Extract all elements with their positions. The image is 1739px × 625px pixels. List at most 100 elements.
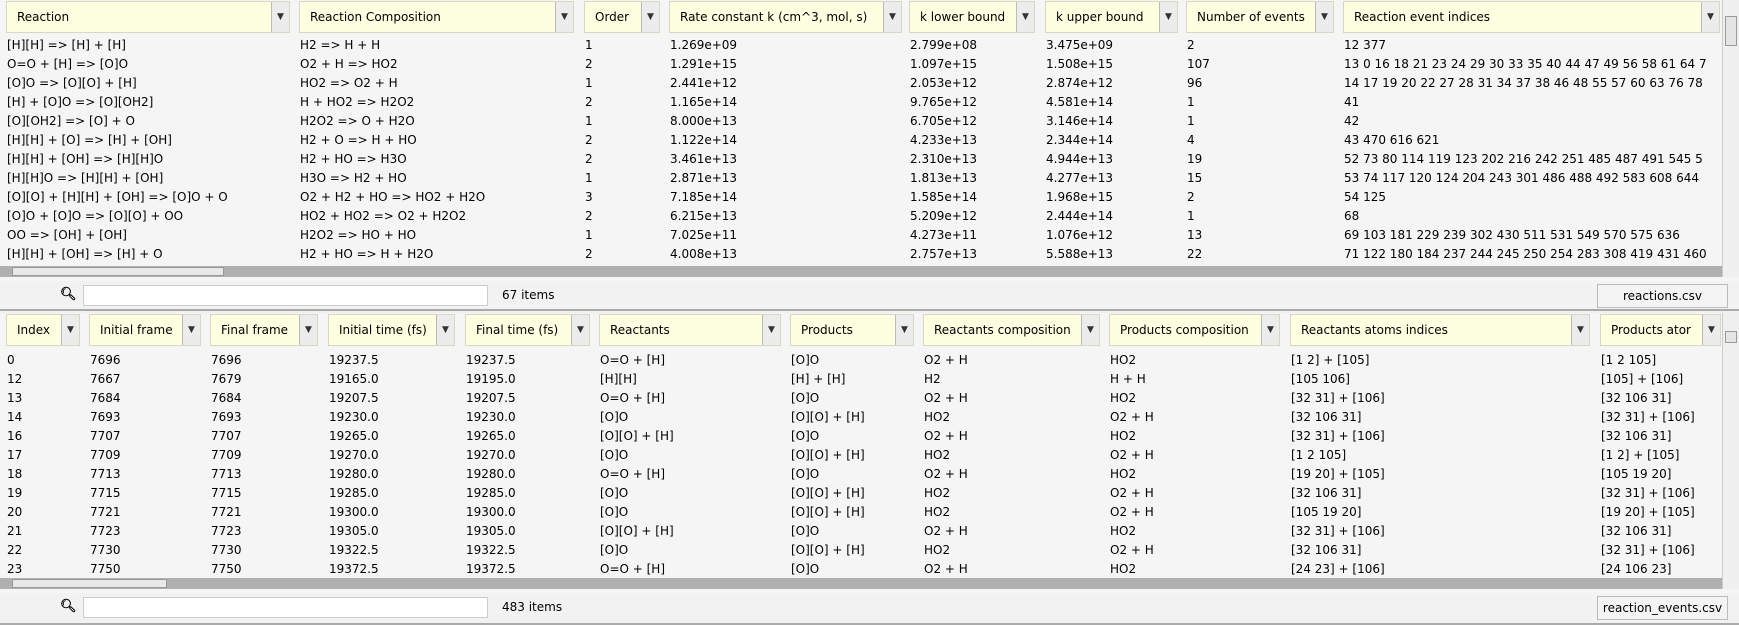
table-cell: [O][OH2] => [O] + O [7,114,135,128]
table-row[interactable]: [H][H] + [O] => [H] + [OH] H2 + O => H + … [0,131,1722,150]
table-row[interactable]: [O]O => [O][O] + [H] HO2 => O2 + H 1 2.441e… [0,74,1722,93]
table-cell: O2 + H2 + HO => HO2 + H2O [300,190,486,204]
chevron-down-icon[interactable]: ▼ [61,315,79,345]
table-row[interactable]: O=O + [H] => [O]O O2 + H => HO2 2 1.291e+15… [0,55,1722,74]
chevron-down-icon[interactable]: ▼ [1081,315,1099,345]
column-header[interactable]: Index ▼ [6,314,80,346]
table-cell: [O][O] + [H] [791,410,865,424]
table-cell: 19300.0 [329,505,379,519]
table-cell: [32 106 31] [1601,429,1672,443]
table-row[interactable]: [H][H] => [H] + [H] H2 => H + H 1 1.269e+09… [0,36,1722,55]
table-row[interactable]: 22 7730 7730 19322.5 19322.5 [O]O [O][O] + [H]… [0,541,1722,560]
column-header[interactable]: Final time (fs) ▼ [465,314,590,346]
table-cell: 19270.0 [329,448,379,462]
chevron-down-icon[interactable]: ▼ [555,2,573,32]
table-row[interactable]: [H][H]O => [H][H] + [OH] H3O => H2 + HO 1 2… [0,169,1722,188]
table-cell: [O]O => [O][O] + [H] [7,76,137,90]
table-cell: [105 19 20] [1291,505,1362,519]
chevron-down-icon[interactable]: ▼ [762,315,780,345]
events-hscrollbar[interactable] [0,578,1722,589]
reactions-hscrollbar[interactable] [0,266,1722,277]
table-row[interactable]: [H][H] + [OH] => [H] + O H2 + HO => H + H… [0,245,1722,264]
table-cell: 2 [585,209,593,223]
table-cell: 69 103 181 229 239 302 430 511 531 549 5… [1344,228,1680,242]
table-cell: O=O + [H] [600,391,666,405]
chevron-down-icon[interactable]: ▼ [1016,2,1034,32]
events-search-input[interactable] [83,597,488,618]
table-row[interactable]: 12 7667 7679 19165.0 19195.0 [H][H] [H] + [H] H… [0,370,1722,389]
chevron-down-icon[interactable]: ▼ [1315,2,1333,32]
chevron-down-icon[interactable]: ▼ [883,2,901,32]
table-row[interactable]: [H] + [O]O => [O][OH2] H + HO2 => H2O2 2 1.… [0,93,1722,112]
chevron-down-icon[interactable]: ▼ [1701,2,1719,32]
table-row[interactable]: [O][O] + [H][H] + [OH] => [O]O + O O2 + H… [0,188,1722,207]
table-cell: 43 470 616 621 [1344,133,1440,147]
column-header[interactable]: k upper bound ▼ [1045,1,1178,33]
table-cell: 2.874e+12 [1046,76,1114,90]
events-vscrollbar[interactable] [1722,313,1739,589]
chevron-down-icon[interactable]: ▼ [299,315,317,345]
reactions-vscrollbar[interactable] [1722,0,1739,277]
table-row[interactable]: [H][H] + [OH] => [H][H]O H2 + HO => H3O 2 3… [0,150,1722,169]
column-header[interactable]: Rate constant k (cm^3, mol, s) ▼ [669,1,902,33]
table-row[interactable]: [O][OH2] => [O] + O H2O2 => O + H2O 1 8.000… [0,112,1722,131]
table-cell: 2.799e+08 [910,38,978,52]
table-row[interactable]: 17 7709 7709 19270.0 19270.0 [O]O [O][O] + [H]… [0,446,1722,465]
column-header[interactable]: Products composition ▼ [1109,314,1280,346]
table-row[interactable]: OO => [OH] + [OH] H2O2 => HO + HO 1 7.025e+… [0,226,1722,245]
table-cell: 0 [7,353,15,367]
column-header[interactable]: Initial time (fs) ▼ [328,314,455,346]
chevron-down-icon[interactable]: ▼ [1261,315,1279,345]
chevron-down-icon[interactable]: ▼ [182,315,200,345]
column-header[interactable]: Reactants composition ▼ [923,314,1100,346]
reactions-search-input[interactable] [83,285,488,306]
column-header[interactable]: Number of events ▼ [1186,1,1334,33]
column-header-label: Final frame [221,323,289,337]
table-row[interactable]: [O]O + [O]O => [O][O] + OO HO2 + HO2 => O… [0,207,1722,226]
chevron-down-icon[interactable]: ▼ [571,315,589,345]
table-cell: [O][O] + [H] [791,543,865,557]
chevron-down-icon[interactable]: ▼ [436,315,454,345]
table-row[interactable]: 18 7713 7713 19280.0 19280.0 O=O + [H] [O]O O2 … [0,465,1722,484]
table-cell: 2 [585,247,593,261]
export-events-csv-button[interactable]: reaction_events.csv [1597,596,1728,620]
table-row[interactable]: 23 7750 7750 19372.5 19372.5 O=O + [H] [O]O O2 … [0,560,1722,579]
chevron-down-icon[interactable]: ▼ [1702,315,1720,345]
column-header[interactable]: k lower bound ▼ [909,1,1035,33]
table-cell: 2.441e+12 [670,76,738,90]
column-header[interactable]: Reactants atoms indices ▼ [1290,314,1590,346]
column-header-label: Index [17,323,51,337]
export-reactions-csv-button[interactable]: reactions.csv [1597,284,1728,308]
table-row[interactable]: 19 7715 7715 19285.0 19285.0 [O]O [O][O] + [H]… [0,484,1722,503]
column-header[interactable]: Initial frame ▼ [89,314,201,346]
table-cell: 13 [1187,228,1203,242]
table-row[interactable]: 16 7707 7707 19265.0 19265.0 [O][O] + [H] [O]O… [0,427,1722,446]
column-header[interactable]: Reactants ▼ [599,314,781,346]
table-row[interactable]: 20 7721 7721 19300.0 19300.0 [O]O [O][O] + [H]… [0,503,1722,522]
table-cell: 2 [585,133,593,147]
column-header[interactable]: Reaction ▼ [6,1,290,33]
table-cell: [O]O [600,448,629,462]
column-header[interactable]: Products ator ▼ [1600,314,1721,346]
chevron-down-icon[interactable]: ▼ [1159,2,1177,32]
table-cell: [105 19 20] [1601,467,1672,481]
table-cell: HO2 + HO2 => O2 + H2O2 [300,209,467,223]
chevron-down-icon[interactable]: ▼ [895,315,913,345]
chevron-down-icon[interactable]: ▼ [1571,315,1589,345]
column-header[interactable]: Reaction event indices ▼ [1343,1,1720,33]
column-header[interactable]: Final frame ▼ [210,314,318,346]
chevron-down-icon[interactable]: ▼ [271,2,289,32]
table-cell: [O][O] + [H] [600,429,674,443]
table-row[interactable]: 13 7684 7684 19207.5 19207.5 O=O + [H] [O]O O2 … [0,389,1722,408]
column-header[interactable]: Reaction Composition ▼ [299,1,574,33]
table-cell: 7715 [90,486,121,500]
table-row[interactable]: 14 7693 7693 19230.0 19230.0 [O]O [O][O] + [H]… [0,408,1722,427]
column-header[interactable]: Order ▼ [584,1,660,33]
column-header[interactable]: Products ▼ [790,314,914,346]
table-cell: 19230.0 [466,410,516,424]
table-cell: O2 + H [924,353,968,367]
table-row[interactable]: 21 7723 7723 19305.0 19305.0 [O][O] + [H] [O]O… [0,522,1722,541]
table-row[interactable]: 0 7696 7696 19237.5 19237.5 O=O + [H] [O]O O2 +… [0,351,1722,370]
table-cell: 7750 [211,562,242,576]
chevron-down-icon[interactable]: ▼ [641,2,659,32]
